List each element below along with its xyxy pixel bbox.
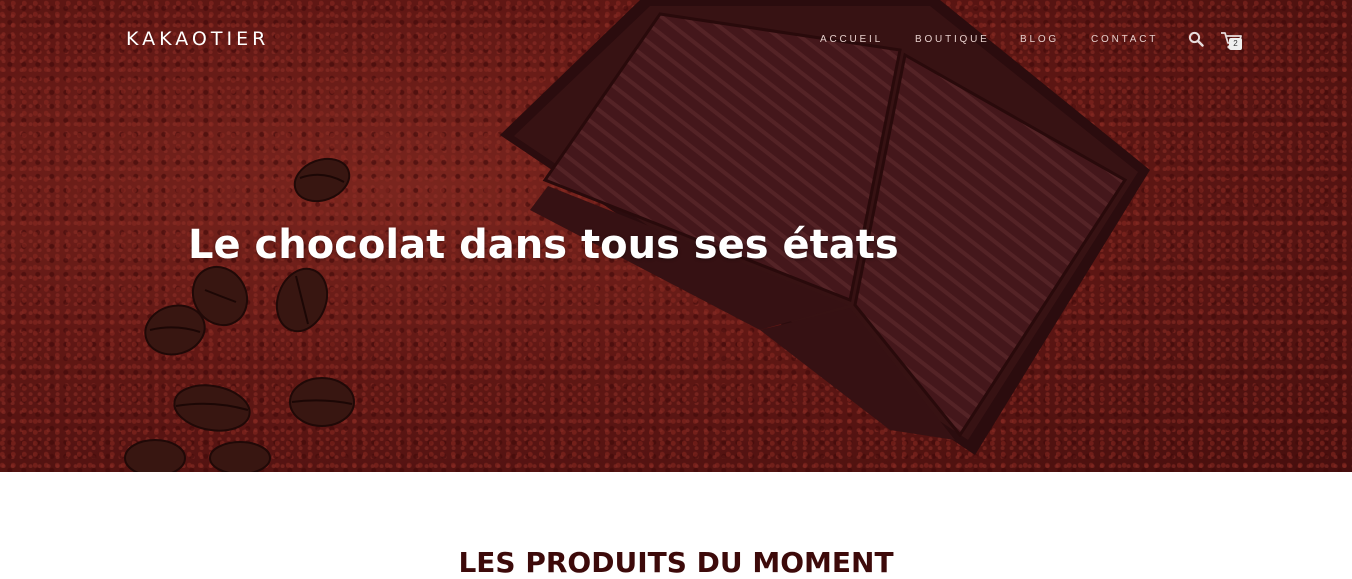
site-logo[interactable]: KAKAOTIER bbox=[126, 28, 269, 50]
hero-banner: KAKAOTIER ACCUEIL BOUTIQUE BLOG CONTACT … bbox=[0, 0, 1352, 472]
nav-item-contact[interactable]: CONTACT bbox=[1091, 34, 1158, 45]
nav-item-boutique[interactable]: BOUTIQUE bbox=[915, 34, 990, 45]
nav-item-accueil[interactable]: ACCUEIL bbox=[820, 34, 883, 45]
nav-item-blog[interactable]: BLOG bbox=[1020, 34, 1059, 45]
products-section-title: LES PRODUITS DU MOMENT bbox=[458, 546, 894, 579]
cart-count-badge: 2 bbox=[1229, 38, 1242, 50]
hero-headline: Le chocolat dans tous ses états bbox=[188, 222, 899, 268]
search-icon[interactable] bbox=[1188, 31, 1204, 47]
